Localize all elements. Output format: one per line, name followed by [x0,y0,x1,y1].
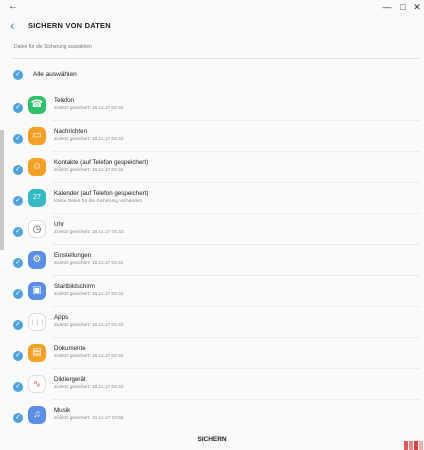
list-item[interactable]: ✓ ⋮⋮⋮ Apps Zuletzt gesichert: 18.11.17 04:3… [0,307,424,338]
minimize-icon[interactable]: — [380,0,394,14]
item-status: Zuletzt gesichert: 18.11.17 04:32 [54,137,124,142]
select-all-label: Alle auswählen [33,71,77,78]
item-name: Startbildschirm [54,283,95,290]
page-title: SICHERN VON DATEN [28,21,111,30]
checkbox-checked-icon[interactable]: ✓ [13,351,23,361]
item-name: Uhr [54,221,64,228]
checkbox-checked-icon[interactable]: ✓ [13,103,23,113]
item-name: Kalender (auf Telefon gespeichert) [54,190,149,197]
item-status: Keine Daten für die Sicherung vorhanden [54,199,143,204]
list-item[interactable]: ✓ ▤ Dokumente Zuletzt gesichert: 18.11.17 0… [0,338,424,369]
calendar-icon: 27 [28,189,46,207]
item-name: Musik [54,407,71,414]
list-item[interactable]: ✓ 27 Kalender (auf Telefon gespeichert) Kei… [0,183,424,214]
chevron-left-icon[interactable]: ‹ [10,18,15,32]
home-screen-icon: ▣ [28,282,46,300]
gear-icon: ⚙ [28,251,46,269]
item-status: Zuletzt gesichert: 18.11.17 04:32 [54,354,124,359]
list-item[interactable]: ✓ ◷ Uhr Zuletzt gesichert: 18.11.17 04:32 [0,214,424,245]
item-name: Nachrichten [54,128,88,135]
checkbox-checked-icon[interactable]: ✓ [13,227,23,237]
list-item[interactable]: ✓ ⚙ Einstellungen Zuletzt gesichert: 18.11.… [0,245,424,276]
app-header: ‹ SICHERN VON DATEN [0,14,424,38]
divider [12,58,420,59]
item-name: Apps [54,314,69,321]
close-icon[interactable]: ✕ [410,0,424,14]
checkbox-checked-icon[interactable]: ✓ [13,320,23,330]
list-item[interactable]: ✓ ☎ Telefon Zuletzt gesichert: 18.11.17 04:… [0,90,424,121]
window-titlebar: ← — □ ✕ [0,0,424,14]
section-subtitle: Daten für die Sicherung auswählen [14,44,92,50]
music-icon: ♫ [28,406,46,424]
list-item[interactable]: ✓ ∿ Diktiergerät Zuletzt gesichert: 18.11.1… [0,369,424,400]
item-status: Zuletzt gesichert: 18.11.17 04:31 [54,261,124,266]
checkbox-checked-icon[interactable]: ✓ [13,165,23,175]
item-name: Diktiergerät [54,376,86,383]
item-status: Zuletzt gesichert: 18.11.17 04:32 [54,230,124,235]
item-status: Zuletzt gesichert: 18.11.17 04:32 [54,106,124,111]
apps-grid-icon: ⋮⋮⋮ [28,313,46,331]
item-status: Zuletzt gesichert: 18.11.17 04:32 [54,168,124,173]
checkbox-checked-icon[interactable]: ✓ [13,70,23,80]
maximize-icon[interactable]: □ [396,0,410,14]
phone-icon: ☎ [28,96,46,114]
checkbox-checked-icon[interactable]: ✓ [13,134,23,144]
contacts-icon: ☺ [28,158,46,176]
checkbox-checked-icon[interactable]: ✓ [13,289,23,299]
message-icon: ▭ [28,127,46,145]
checkbox-checked-icon[interactable]: ✓ [13,258,23,268]
checkbox-checked-icon[interactable]: ✓ [13,196,23,206]
voice-recorder-icon: ∿ [28,375,46,393]
checkbox-checked-icon[interactable]: ✓ [13,413,23,423]
window-edge [0,130,4,250]
corner-decoration [404,441,424,450]
backup-button[interactable]: SICHERN [0,430,424,450]
item-status: Zuletzt gesichert: 18.11.17 04:32 [54,385,124,390]
item-status: Zuletzt gesichert: 10.11.17 10:55 [54,416,124,421]
list-item[interactable]: ✓ ♫ Musik Zuletzt gesichert: 10.11.17 10:55 [0,400,424,431]
list-item[interactable]: ✓ ▭ Nachrichten Zuletzt gesichert: 18.11.17… [0,121,424,152]
item-name: Kontakte (auf Telefon gespeichert) [54,159,149,166]
arrow-left-icon[interactable]: ← [8,1,18,13]
checkbox-checked-icon[interactable]: ✓ [13,382,23,392]
item-name: Dokumente [54,345,86,352]
list-item[interactable]: ✓ ▣ Startbildschirm Zuletzt gesichert: 18.1… [0,276,424,307]
clock-icon: ◷ [28,220,46,238]
list-item[interactable]: ✓ ☺ Kontakte (auf Telefon gespeichert) Zule… [0,152,424,183]
item-name: Einstellungen [54,252,92,259]
item-status: Zuletzt gesichert: 18.11.17 04:32 [54,323,124,328]
item-name: Telefon [54,97,74,104]
folder-icon: ▤ [28,344,46,362]
item-status: Zuletzt gesichert: 18.11.17 04:32 [54,292,124,297]
